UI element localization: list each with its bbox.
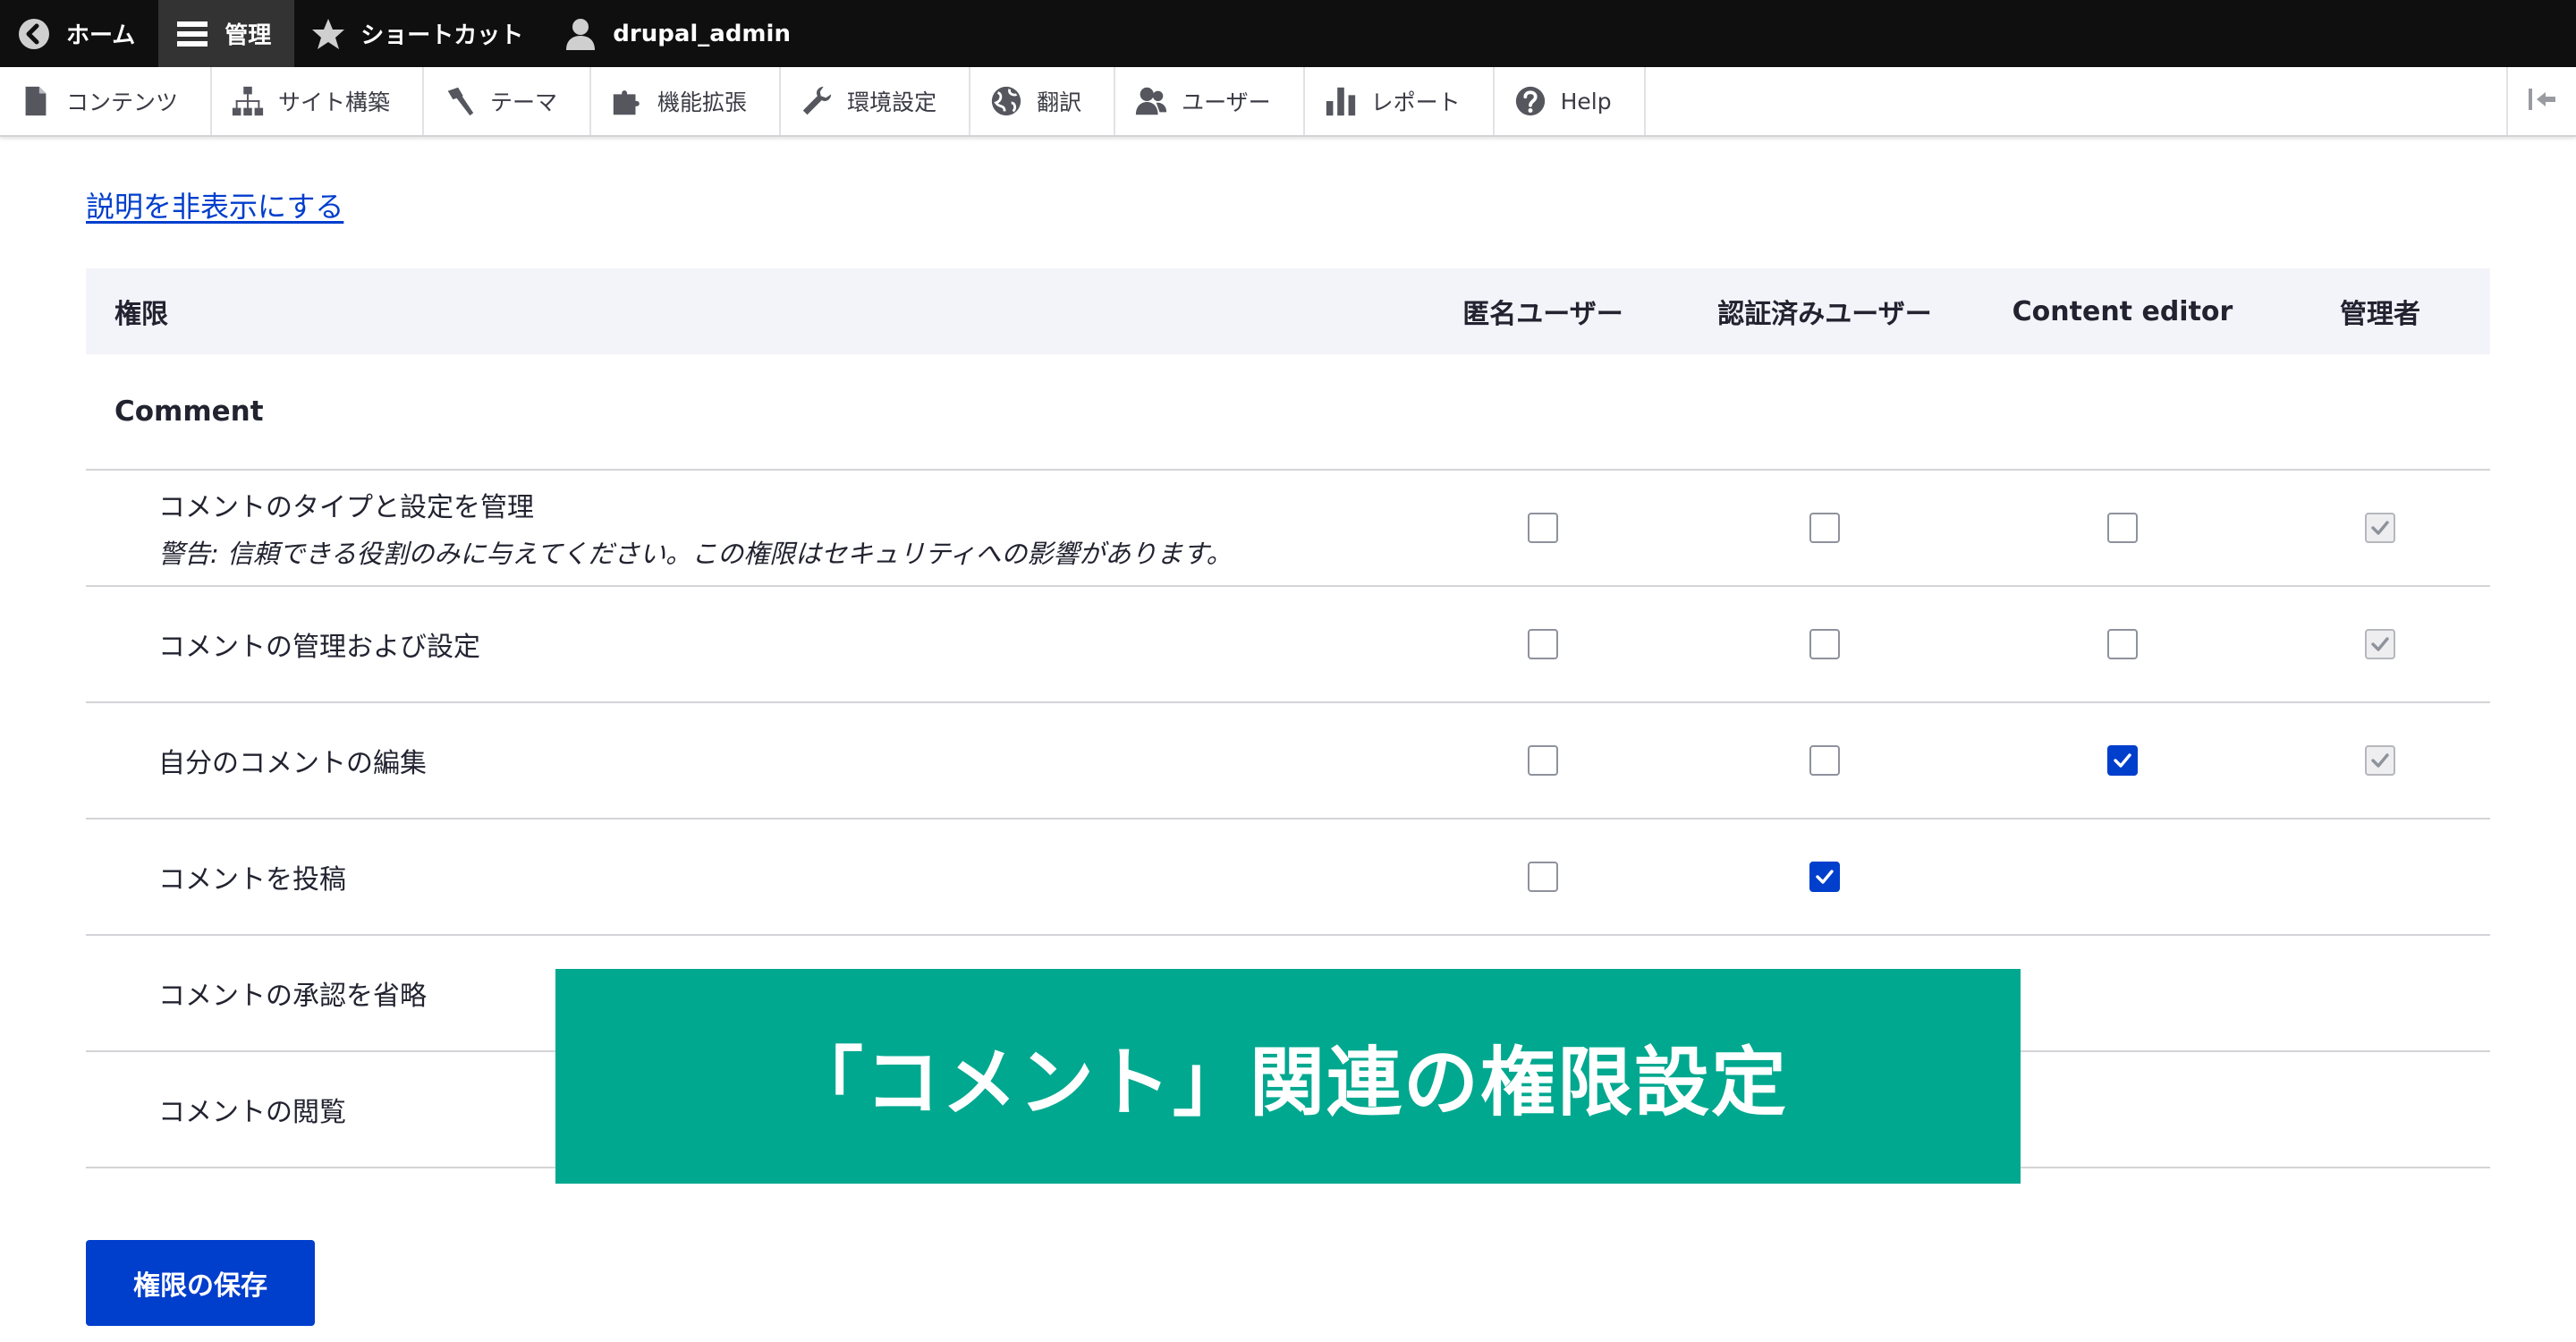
permission-name: コメントを投稿	[158, 864, 346, 896]
checkbox-anonymous[interactable]	[1528, 513, 1558, 543]
header-admin: 管理者	[2340, 299, 2420, 330]
checkbox-authenticated[interactable]	[1809, 745, 1840, 776]
tray-item-label: コンテンツ	[66, 89, 179, 115]
people-icon	[1133, 83, 1169, 119]
checkbox-anonymous[interactable]	[1528, 629, 1558, 659]
cell-anonymous	[1411, 745, 1674, 776]
cell-authenticated	[1674, 745, 1975, 776]
back-circle-icon	[16, 16, 52, 52]
tray-item-help[interactable]: Help	[1495, 67, 1646, 135]
cell-anonymous	[1411, 629, 1674, 659]
cell-editor	[1975, 629, 2270, 659]
checkbox-authenticated[interactable]	[1809, 862, 1840, 892]
checkbox-editor[interactable]	[2107, 513, 2138, 543]
toolbar-shortcuts-label: ショートカット	[360, 22, 524, 49]
permission-name: 自分のコメントの編集	[158, 748, 427, 779]
table-row: 自分のコメントの編集	[86, 703, 2490, 820]
hide-descriptions-link[interactable]: 説明を非表示にする	[86, 184, 343, 225]
admin-tray: コンテンツ サイト構築 テーマ 機能拡張 環境設定 翻訳 ユーザー レポート H…	[0, 67, 2576, 137]
tray-item-people[interactable]: ユーザー	[1115, 67, 1305, 135]
tray-item-translate[interactable]: 翻訳	[970, 67, 1116, 135]
tray-item-label: テーマ	[490, 89, 558, 115]
caption-banner: 「コメント」関連の権限設定	[555, 969, 2021, 1184]
permission-warning: 警告: 信頼できる役割のみに与えてください。この権限はセキュリティへの影響があり…	[158, 539, 1233, 569]
admin-toolbar: ホーム 管理 ショートカット drupal_admin	[0, 0, 2576, 67]
checkbox-admin	[2365, 629, 2395, 659]
toolbar-home-label: ホーム	[66, 22, 136, 49]
puzzle-icon	[609, 83, 645, 119]
table-row: コメントを投稿	[86, 820, 2490, 936]
permission-name-cell: コメントのタイプと設定を管理警告: 信頼できる役割のみに与えてください。この権限…	[86, 485, 1411, 571]
tray-item-label: 機能拡張	[657, 89, 748, 115]
permission-name: コメントのタイプと設定を管理	[158, 492, 534, 523]
document-icon	[18, 83, 54, 119]
checkbox-anonymous[interactable]	[1528, 745, 1558, 776]
toolbar-manage[interactable]: 管理	[158, 0, 295, 67]
cell-anonymous	[1411, 513, 1674, 543]
toolbar-shortcuts[interactable]: ショートカット	[294, 0, 547, 67]
cell-anonymous	[1411, 862, 1674, 892]
tray-item-label: 翻訳	[1037, 89, 1082, 115]
checkbox-admin	[2365, 745, 2395, 776]
permission-name: コメントの管理および設定	[158, 632, 480, 663]
tray-item-config[interactable]: 環境設定	[781, 67, 971, 135]
tray-item-label: ユーザー	[1182, 89, 1271, 115]
table-row: コメントのタイプと設定を管理警告: 信頼できる役割のみに与えてください。この権限…	[86, 471, 2490, 587]
checkbox-authenticated[interactable]	[1809, 629, 1840, 659]
header-permission: 権限	[114, 299, 168, 330]
tray-item-appearance[interactable]: テーマ	[424, 67, 592, 135]
header-content-editor: Content editor	[2012, 295, 2233, 327]
header-authenticated: 認証済みユーザー	[1717, 299, 1932, 330]
cell-editor	[1975, 513, 2270, 543]
cell-authenticated	[1674, 513, 1975, 543]
save-permissions-button[interactable]: 権限の保存	[86, 1240, 315, 1326]
tray-item-reports[interactable]: レポート	[1305, 67, 1495, 135]
wrench-icon	[799, 83, 835, 119]
user-icon	[563, 16, 598, 52]
cell-admin	[2270, 629, 2490, 659]
tray-item-extend[interactable]: 機能拡張	[591, 67, 782, 135]
tray-item-label: 環境設定	[847, 89, 937, 115]
hamburger-icon	[174, 16, 210, 52]
tray-item-label: Help	[1560, 88, 1612, 115]
checkbox-anonymous[interactable]	[1528, 862, 1558, 892]
tray-item-label: レポート	[1370, 89, 1461, 115]
help-icon	[1513, 83, 1548, 119]
toolbar-user[interactable]: drupal_admin	[547, 0, 814, 67]
toolbar-manage-label: 管理	[225, 22, 272, 49]
collapse-arrow-icon	[2524, 81, 2560, 121]
toolbar-user-label: drupal_admin	[613, 20, 791, 47]
checkbox-editor[interactable]	[2107, 745, 2138, 776]
paintbrush-icon	[442, 83, 478, 119]
tray-spacer	[1646, 67, 2506, 135]
cell-authenticated	[1674, 629, 1975, 659]
checkbox-authenticated[interactable]	[1809, 513, 1840, 543]
globe-icon	[988, 83, 1024, 119]
permission-name-cell: コメントの管理および設定	[86, 624, 1411, 664]
cell-admin	[2270, 745, 2490, 776]
checkbox-editor[interactable]	[2107, 629, 2138, 659]
cell-admin	[2270, 513, 2490, 543]
cell-editor	[1975, 745, 2270, 776]
tray-item-label: サイト構築	[278, 89, 391, 115]
table-row: コメントの管理および設定	[86, 587, 2490, 703]
module-group-comment: Comment	[86, 354, 2490, 471]
tray-item-structure[interactable]: サイト構築	[212, 67, 425, 135]
tray-item-content[interactable]: コンテンツ	[0, 67, 213, 135]
table-header: 権限 匿名ユーザー 認証済みユーザー Content editor 管理者	[86, 268, 2490, 354]
star-icon	[310, 16, 346, 52]
permission-name-cell: コメントを投稿	[86, 857, 1411, 896]
cell-authenticated	[1674, 862, 1975, 892]
permission-name-cell: 自分のコメントの編集	[86, 741, 1411, 780]
sitemap-icon	[230, 83, 266, 119]
checkbox-admin	[2365, 513, 2395, 543]
tray-collapse-button[interactable]	[2506, 67, 2576, 135]
header-anonymous: 匿名ユーザー	[1462, 299, 1623, 330]
bar-chart-icon	[1323, 83, 1359, 119]
toolbar-home[interactable]: ホーム	[0, 0, 158, 67]
